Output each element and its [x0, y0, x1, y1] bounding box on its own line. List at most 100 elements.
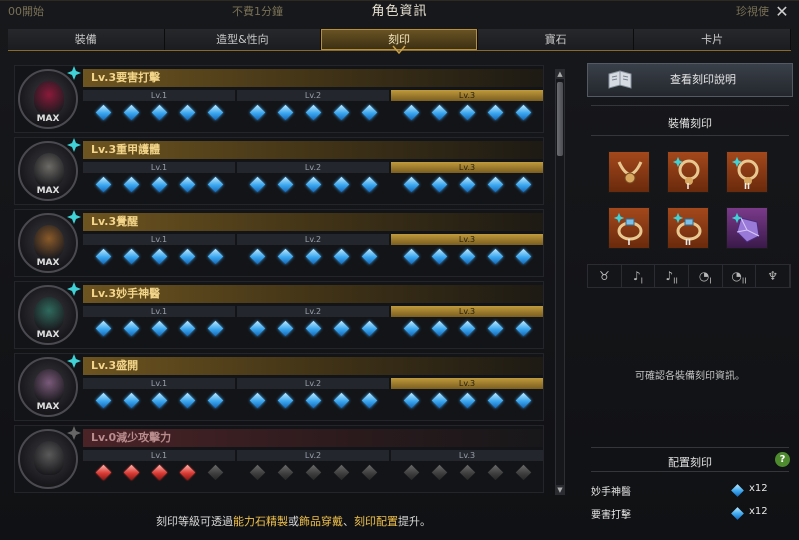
engraving-gem-icon [487, 392, 503, 409]
engraving-guide-button[interactable]: 查看刻印說明 [587, 63, 793, 97]
filter-index-label: II [741, 276, 747, 286]
engraving-row[interactable]: Lv.0減少攻擊力 Lv.1 Lv.2 Lv.3 [14, 425, 544, 493]
max-badge: MAX [36, 114, 60, 124]
engraving-gem-icon [403, 320, 419, 337]
engraving-gem-icon [151, 320, 167, 337]
engraving-gem-icon [207, 248, 223, 265]
tab-style[interactable]: 造型&性向 [164, 29, 322, 50]
filter-ring-I[interactable]: ◔I [689, 265, 723, 287]
engraving-gem-icon [305, 392, 321, 409]
level-label: Lv.1 [83, 378, 235, 389]
engraving-gem-icon [123, 464, 139, 481]
level-label: Lv.3 [391, 378, 543, 389]
engraving-row[interactable]: MAX Lv.3覺醒 Lv.1 Lv.2 Lv.3 [14, 209, 544, 277]
engraving-gem-icon [123, 392, 139, 409]
engraving-guide-label: 查看刻印說明 [670, 73, 736, 86]
level-block: Lv.1 [83, 234, 235, 274]
engraving-gem-icon [305, 320, 321, 337]
engraving-gem-icon [459, 320, 475, 337]
filter-stone[interactable]: ♆ [756, 265, 791, 287]
level-block: Lv.1 [83, 162, 235, 202]
scroll-down-icon[interactable]: ▼ [555, 485, 565, 495]
engraving-gem-icon [431, 392, 447, 409]
engraving-row[interactable]: MAX Lv.3盛開 Lv.1 Lv.2 Lv.3 [14, 353, 544, 421]
filter-index-label: I [640, 276, 644, 286]
slot-ring-1[interactable]: I [608, 207, 650, 249]
window-title: 角色資訊 [371, 4, 428, 19]
engraving-gem-icon [249, 320, 265, 337]
scroll-up-icon[interactable]: ▲ [555, 69, 565, 79]
tab-gem[interactable]: 寶石 [477, 29, 635, 50]
footnote-highlight-config: 刻印配置 [354, 515, 398, 528]
level-block: Lv.1 [83, 90, 235, 130]
filter-earring-I[interactable]: ♪I [622, 265, 656, 287]
max-badge: MAX [36, 402, 60, 412]
divider [591, 471, 789, 472]
engraving-gem-icon [207, 464, 223, 481]
necklace-icon: ♉ [598, 269, 610, 283]
engraving-gem-icon [431, 320, 447, 337]
earring-icon: ♪ [665, 269, 674, 283]
slot-earring-1[interactable]: I [667, 151, 709, 193]
level-label: Lv.1 [83, 234, 235, 245]
help-icon[interactable]: ? [775, 452, 790, 467]
slot-earring-2[interactable]: II [726, 151, 768, 193]
filter-earring-II[interactable]: ♪II [655, 265, 690, 287]
engraving-gem-icon [333, 176, 349, 193]
engraving-gem-icon [305, 104, 321, 121]
level-label: Lv.3 [391, 234, 543, 245]
engraving-gem-icon [95, 176, 111, 193]
engraving-gem-icon [277, 392, 293, 409]
engraving-gem-icon [179, 104, 195, 121]
engraving-gem-icon [151, 464, 167, 481]
scroll-thumb[interactable] [557, 82, 563, 156]
engraving-gem-icon [249, 248, 265, 265]
engraving-gem-icon [403, 248, 419, 265]
filter-ring-II[interactable]: ◔II [723, 265, 757, 287]
engraving-list: MAX Lv.3要害打擊 Lv.1 Lv.2 Lv.3 MAX Lv.3重甲護體 Lv.1 Lv… [14, 65, 548, 499]
divider [591, 105, 789, 106]
configured-engraving-title: 配置刻印 [668, 456, 712, 469]
level-block: Lv.2 [237, 90, 389, 130]
engraving-row[interactable]: MAX Lv.3妙手神醫 Lv.1 Lv.2 Lv.3 [14, 281, 544, 349]
character-info-window: 00開始 不費1分鐘 珍視使 角色資訊 ✕ 裝備 造型&性向 刻印 寶石 卡片 … [0, 0, 799, 540]
cross-emblem-icon [672, 156, 684, 168]
equipment-filter-bar: ♉ ♪I ♪II ◔I ◔II ♆ [587, 264, 791, 288]
engraving-gem-icon [277, 464, 293, 481]
tab-equipment[interactable]: 裝備 [8, 29, 165, 50]
engraving-gem-icon [403, 176, 419, 193]
engraving-gem-icon [459, 176, 475, 193]
footnote-highlight-accessory: 飾品穿戴 [299, 515, 343, 528]
filter-necklace[interactable]: ♉ [588, 265, 622, 287]
close-icon[interactable]: ✕ [773, 3, 791, 21]
slot-necklace[interactable] [608, 151, 650, 193]
level-block: Lv.3 [391, 378, 543, 418]
cross-emblem-icon [672, 212, 684, 224]
engraving-gem-icon [731, 507, 744, 520]
level-label: Lv.2 [237, 234, 389, 245]
level-label: Lv.1 [83, 450, 235, 461]
level-block: Lv.1 [83, 450, 235, 490]
slot-ring-2[interactable]: II [667, 207, 709, 249]
engraving-gem-icon [431, 248, 447, 265]
engraving-gem-icon [151, 248, 167, 265]
slot-ability-stone[interactable] [726, 207, 768, 249]
engraving-gem-icon [515, 248, 531, 265]
engraving-gem-icon [515, 320, 531, 337]
tab-card[interactable]: 卡片 [634, 29, 791, 50]
engraving-portrait [34, 441, 64, 475]
engraving-row[interactable]: MAX Lv.3要害打擊 Lv.1 Lv.2 Lv.3 [14, 65, 544, 133]
engraving-row[interactable]: MAX Lv.3重甲護體 Lv.1 Lv.2 Lv.3 [14, 137, 544, 205]
engraving-gem-icon [305, 176, 321, 193]
level-block: Lv.2 [237, 378, 389, 418]
tab-notch-icon [392, 45, 406, 55]
engraving-gem-icon [207, 104, 223, 121]
engraving-gem-icon [403, 464, 419, 481]
engraving-gem-icon [333, 104, 349, 121]
engraving-gem-icon [123, 248, 139, 265]
level-block: Lv.3 [391, 90, 543, 130]
scrollbar[interactable]: ▲ ▼ [555, 69, 565, 495]
engraving-gem-icon [151, 104, 167, 121]
engraving-icon: MAX [18, 210, 81, 273]
configured-engraving-name: 要害打擊 [591, 510, 631, 521]
